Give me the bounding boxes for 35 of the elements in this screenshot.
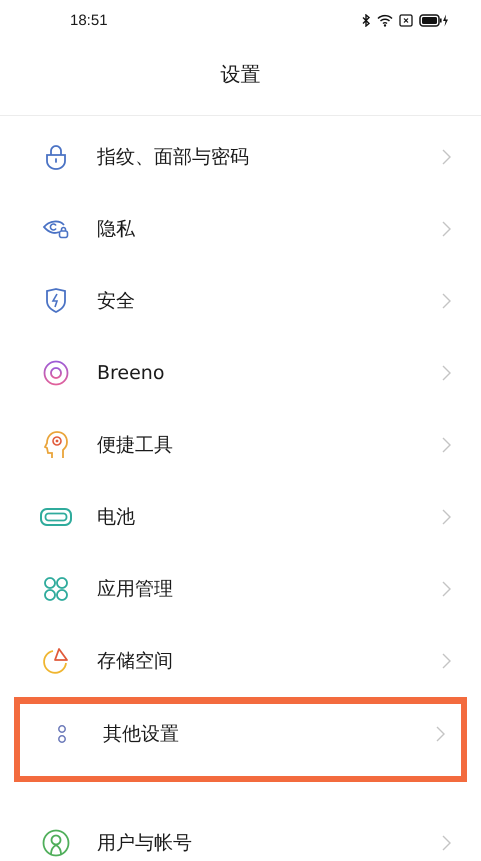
chevron-right-icon [442,581,451,597]
settings-item[interactable]: 便捷工具 [0,409,481,481]
wifi-icon [377,14,393,26]
chevron-right-icon [442,835,451,851]
sim-icon [399,14,413,26]
settings-item[interactable]: 隐私 [0,193,481,265]
lock-icon [45,144,67,170]
settings-item[interactable]: 用户与帐号 [0,807,481,861]
chevron-right-icon [442,365,451,381]
settings-item[interactable]: 指纹、面部与密码 [0,121,481,193]
pie-chart-icon [42,647,70,675]
status-time: 18:51 [70,12,108,28]
chevron-right-icon [442,293,451,309]
user-icon [42,829,70,857]
settings-item[interactable]: 其他设置 [14,697,467,782]
ring-icon [43,360,69,386]
chevron-right-icon [442,149,451,165]
settings-item[interactable]: 电池 [0,481,481,553]
chevron-right-icon [436,726,445,742]
page-title: 设置 [220,61,260,88]
settings-item[interactable]: 安全 [0,265,481,337]
two-dots-icon [57,724,67,744]
eye-lock-icon [42,219,70,239]
settings-item[interactable]: Breeno [0,337,481,409]
shield-bolt-icon [45,288,67,314]
battery-outline-icon [40,508,72,526]
head-icon [44,431,68,459]
chevron-right-icon [442,653,451,669]
chevron-right-icon [442,437,451,453]
chevron-right-icon [442,509,451,525]
settings-item[interactable]: 应用管理 [0,553,481,625]
four-circles-icon [43,576,69,602]
bluetooth-icon [362,14,371,26]
settings-item[interactable]: 存储空间 [0,625,481,697]
chevron-right-icon [442,221,451,237]
